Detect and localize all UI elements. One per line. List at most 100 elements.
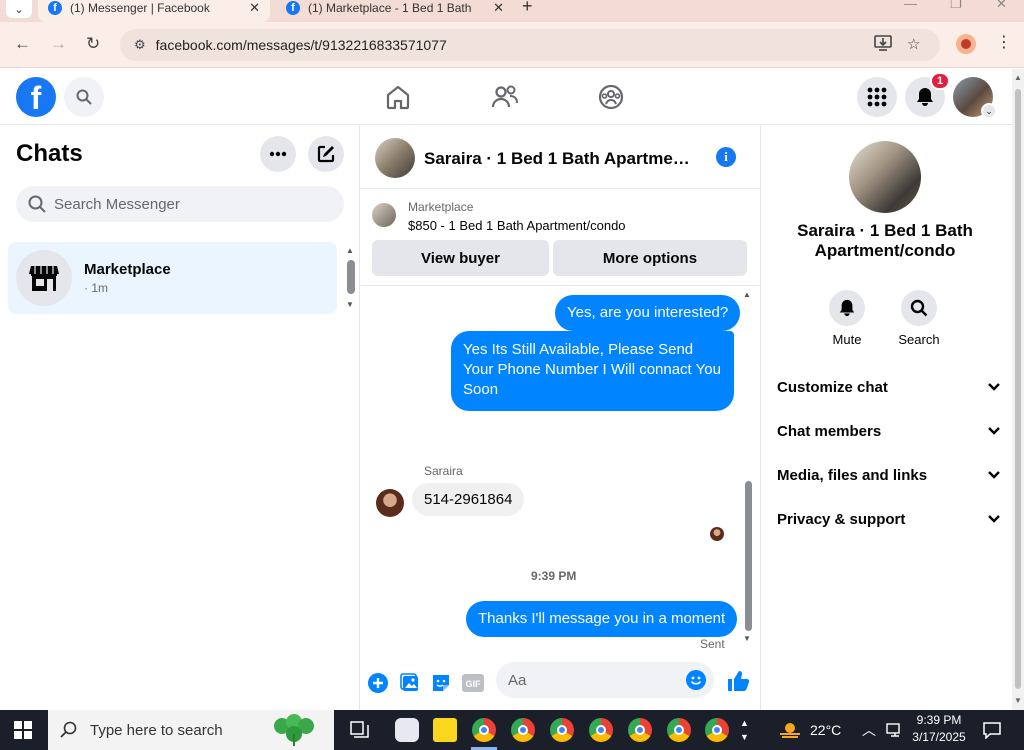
sticky-notes-icon[interactable]	[433, 718, 457, 742]
new-tab-icon[interactable]: +	[522, 0, 533, 17]
chrome-icon[interactable]	[511, 718, 535, 742]
menu-grid-button[interactable]	[857, 77, 897, 117]
incoming-message[interactable]: 514-2961864	[412, 483, 525, 516]
windows-start-icon[interactable]	[14, 721, 32, 739]
scroll-up-arrow-icon[interactable]: ▲	[743, 290, 751, 299]
chrome-icon[interactable]	[667, 718, 691, 742]
taskbar-overflow-arrows-icon[interactable]: ▲ ▼	[740, 710, 749, 750]
more-options-button[interactable]: More options	[553, 240, 747, 276]
chat-list-item-marketplace[interactable]: Marketplace · 1m	[8, 242, 337, 314]
network-icon[interactable]	[886, 710, 904, 750]
message-input-box[interactable]	[496, 662, 714, 698]
snipping-tool-icon[interactable]	[395, 718, 419, 742]
chat-members-row[interactable]: Chat members	[777, 409, 1001, 453]
search-in-conversation-button[interactable]: Search	[889, 290, 949, 347]
close-tab-icon[interactable]: ✕	[493, 0, 504, 16]
chat-info-panel: Saraira · 1 Bed 1 Bath Apartment/condo M…	[760, 126, 1012, 710]
groups-nav-button[interactable]	[595, 81, 627, 113]
url-text[interactable]: facebook.com/messages/t/9132216833571077	[156, 37, 447, 53]
scroll-up-arrow-icon[interactable]: ▲	[1014, 73, 1022, 82]
attach-photo-icon[interactable]	[399, 672, 421, 694]
messenger-search-input[interactable]	[54, 195, 334, 213]
media-files-links-row[interactable]: Media, files and links	[777, 453, 1001, 497]
close-window-icon[interactable]: ✕	[996, 0, 1007, 12]
message-input[interactable]	[508, 671, 678, 689]
outgoing-message[interactable]: Yes Its Still Available, Please Send You…	[451, 331, 734, 411]
install-app-icon[interactable]	[874, 35, 892, 55]
new-message-button[interactable]	[308, 136, 344, 172]
close-tab-icon[interactable]: ✕	[249, 0, 260, 16]
chat-info-avatar[interactable]	[849, 141, 921, 213]
scroll-down-arrow-icon[interactable]: ▼	[743, 634, 751, 643]
show-hidden-icons-chevron-icon[interactable]: ︿	[862, 710, 876, 750]
view-buyer-button[interactable]: View buyer	[372, 240, 549, 276]
taskbar-search-box[interactable]: Type here to search	[48, 710, 334, 750]
restore-icon[interactable]: ❐	[950, 0, 962, 12]
mute-button[interactable]: Mute	[817, 290, 877, 347]
search-icon	[901, 290, 937, 326]
outgoing-message[interactable]: Yes, are you interested?	[555, 295, 741, 331]
gif-icon[interactable]: GIF	[462, 672, 484, 694]
address-bar-row: ← → ↻ ⚙ facebook.com/messages/t/91322168…	[0, 22, 1024, 68]
chats-options-button[interactable]	[260, 136, 296, 172]
chrome-icon[interactable]	[705, 718, 729, 742]
facebook-search-button[interactable]	[64, 77, 104, 117]
scroll-up-arrow-icon[interactable]: ▲	[346, 246, 354, 255]
compose-icon	[317, 145, 335, 163]
tab-marketplace[interactable]: f (1) Marketplace - 1 Bed 1 Bath ✕	[276, 0, 514, 22]
scroll-down-arrow-icon[interactable]: ▼	[1014, 696, 1022, 705]
conversation-avatar[interactable]	[375, 138, 415, 178]
clock-date: 3/17/2025	[912, 730, 966, 744]
thread-scrollbar[interactable]: ▲ ▼	[742, 287, 754, 645]
omnibox[interactable]: ⚙ facebook.com/messages/t/91322168335710…	[120, 29, 940, 61]
chrome-menu-icon[interactable]: ⋮	[996, 32, 1012, 52]
account-avatar[interactable]: ⌄	[953, 77, 997, 119]
task-view-icon[interactable]	[350, 710, 370, 750]
search-label: Search	[898, 332, 940, 347]
scroll-down-arrow-icon[interactable]: ▼	[346, 300, 354, 309]
tab-messenger[interactable]: f (1) Messenger | Facebook ✕	[38, 0, 270, 22]
outgoing-message[interactable]: Thanks I'll message you in a moment	[466, 601, 738, 637]
emoji-icon[interactable]	[686, 670, 706, 695]
taskbar-clock[interactable]: 9:39 PM 3/17/2025	[906, 712, 972, 746]
customize-chat-row[interactable]: Customize chat	[777, 365, 1001, 409]
chat-list-scrollbar-thumb[interactable]	[347, 260, 355, 294]
minimize-icon[interactable]: —	[904, 0, 917, 11]
chrome-icon[interactable]	[550, 718, 574, 742]
chat-time: · 1m	[84, 281, 108, 295]
privacy-support-row[interactable]: Privacy & support	[777, 497, 1001, 541]
facebook-top-nav: f 1 ⌄	[0, 69, 1012, 125]
forward-icon[interactable]: →	[50, 34, 67, 54]
chrome-icon[interactable]	[472, 718, 496, 742]
chrome-profile-icon[interactable]	[956, 34, 976, 54]
thumbs-up-icon[interactable]	[725, 668, 751, 694]
tab-search-menu-icon[interactable]: ⌄	[6, 0, 32, 18]
chat-list-scrollbar[interactable]: ▲ ▼	[344, 246, 356, 312]
chrome-icon[interactable]	[628, 718, 652, 742]
home-nav-button[interactable]	[382, 81, 414, 113]
site-settings-icon[interactable]: ⚙	[134, 37, 146, 53]
listing-category: Marketplace	[408, 200, 474, 214]
messenger-search[interactable]	[16, 186, 344, 222]
groups-icon	[598, 84, 624, 110]
conversation-title[interactable]: Saraira · 1 Bed 1 Bath Apartment/condo	[424, 149, 696, 169]
notification-center-icon[interactable]	[982, 710, 1002, 750]
weather-widget[interactable]: 22°C	[778, 710, 841, 750]
chrome-icon[interactable]	[589, 718, 613, 742]
friends-nav-button[interactable]	[489, 81, 521, 113]
listing-price-title[interactable]: $850 - 1 Bed 1 Bath Apartment/condo	[408, 218, 626, 233]
info-icon[interactable]: i	[716, 147, 736, 167]
message-thread: Yes, are you interested? Yes Its Still A…	[361, 287, 759, 658]
page-scrollbar-thumb[interactable]	[1015, 89, 1021, 689]
listing-thumbnail[interactable]	[372, 203, 396, 227]
back-icon[interactable]: ←	[14, 34, 31, 54]
thread-scrollbar-thumb[interactable]	[745, 481, 752, 631]
sender-avatar[interactable]	[376, 489, 404, 517]
more-actions-plus-icon[interactable]	[367, 672, 389, 694]
page-scrollbar[interactable]: ▲ ▼	[1012, 69, 1024, 710]
bookmark-star-icon[interactable]: ☆	[907, 35, 920, 53]
friends-icon	[491, 85, 518, 108]
sticker-icon[interactable]	[430, 672, 452, 694]
facebook-logo[interactable]: f	[16, 77, 56, 117]
reload-icon[interactable]: ↻	[86, 34, 100, 54]
